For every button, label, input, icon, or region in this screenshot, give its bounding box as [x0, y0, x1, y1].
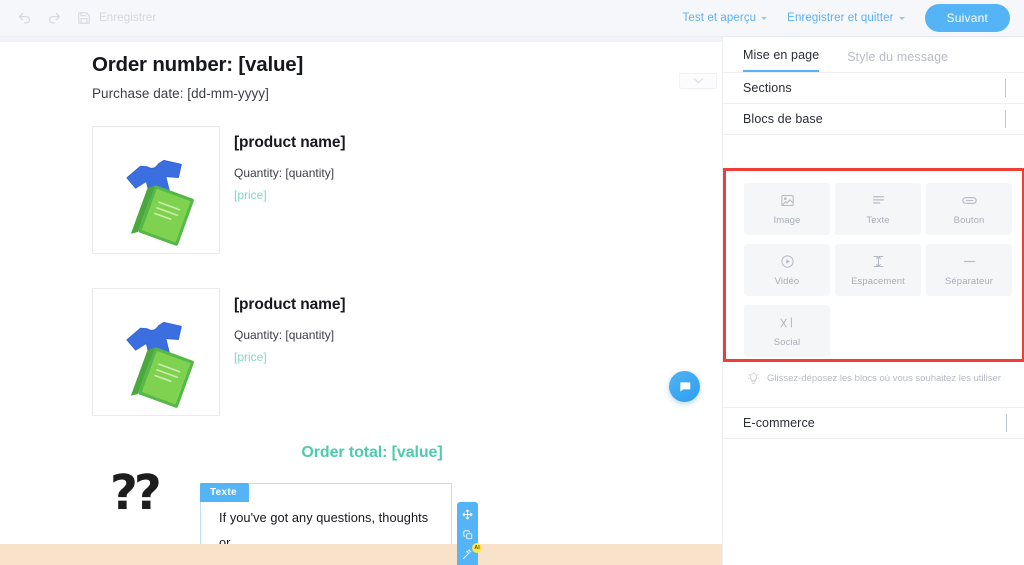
- text-lines-icon: [871, 193, 886, 209]
- product-image[interactable]: [92, 126, 220, 254]
- product-quantity: Quantity: [quantity]: [234, 328, 335, 342]
- app-root: Enregistrer Test et aperçu Enregistrer e…: [0, 0, 1024, 565]
- product-name: [product name]: [234, 296, 346, 313]
- blocks-highlight-outline: Image Texte Bouton Vidéo Espacement Sépa…: [723, 168, 1024, 362]
- block-label: Séparateur: [944, 275, 993, 287]
- question-marks-icon: ??: [110, 465, 162, 521]
- block-label: Social: [773, 336, 801, 348]
- accordion-ecommerce-label: E-commerce: [743, 416, 815, 430]
- button-pill-icon: [961, 193, 978, 209]
- save-and-quit-label: Enregistrer et quitter: [787, 12, 894, 24]
- order-total-text: Order total: [value]: [301, 444, 443, 461]
- product-price: [price]: [234, 350, 267, 364]
- ai-badge: AI: [472, 543, 482, 553]
- chevron-up-icon: [1005, 110, 1006, 128]
- toolbar-left-group: Enregistrer: [0, 10, 156, 26]
- panel-tab-bar: Mise en page Style du message: [723, 37, 1024, 73]
- tab-mise-en-page[interactable]: Mise en page: [743, 48, 820, 72]
- accordion-blocs-de-base[interactable]: Blocs de base: [723, 104, 1024, 135]
- lightbulb-icon: [747, 371, 760, 385]
- accordion-sections-label: Sections: [743, 81, 792, 95]
- accordion-sections[interactable]: Sections: [723, 73, 1024, 104]
- block-label: Texte: [866, 214, 890, 226]
- block-label: Vidéo: [774, 275, 800, 287]
- chevron-down-icon: [761, 16, 768, 20]
- toolbar-right-group: Test et aperçu Enregistrer et quitter Su…: [683, 4, 1024, 32]
- accordion-ecommerce[interactable]: E-commerce: [723, 408, 1024, 439]
- accordion-ecommerce-wrap: E-commerce: [723, 407, 1024, 439]
- redo-icon[interactable]: [46, 10, 62, 26]
- product-info: [product name] Quantity: [quantity] [pri…: [234, 288, 346, 416]
- test-preview-button[interactable]: Test et aperçu: [683, 12, 768, 24]
- block-card-bouton[interactable]: Bouton: [926, 183, 1012, 235]
- save-and-quit-button[interactable]: Enregistrer et quitter: [787, 12, 905, 24]
- block-label: Bouton: [953, 214, 985, 226]
- save-label: Enregistrer: [99, 12, 157, 24]
- block-card-espacement[interactable]: Espacement: [835, 244, 921, 296]
- email-content: Order number: [value] Purchase date: [dd…: [0, 37, 722, 565]
- block-label: Espacement: [851, 275, 905, 287]
- floppy-disk-icon: [76, 10, 92, 26]
- block-card-video[interactable]: Vidéo: [744, 244, 830, 296]
- drag-drop-hint-text: Glissez-déposez les blocs où vous souhai…: [767, 372, 1001, 384]
- block-card-texte[interactable]: Texte: [835, 183, 921, 235]
- ai-wand-icon[interactable]: AI: [460, 543, 482, 562]
- product-quantity: Quantity: [quantity]: [234, 166, 335, 180]
- play-circle-icon: [780, 254, 795, 270]
- test-preview-label: Test et aperçu: [682, 12, 757, 24]
- product-row[interactable]: [product name] Quantity: [quantity] [pri…: [92, 288, 722, 416]
- block-type-badge: Texte: [200, 483, 249, 502]
- save-button[interactable]: Enregistrer: [76, 10, 156, 26]
- image-icon: [780, 193, 795, 209]
- chevron-down-icon: [1006, 414, 1007, 432]
- drag-drop-hint: Glissez-déposez les blocs où vous souhai…: [723, 367, 1024, 389]
- chevron-down-icon: [898, 16, 905, 20]
- chat-bubble-button[interactable]: [669, 371, 700, 402]
- undo-icon[interactable]: [16, 10, 32, 26]
- social-share-icon: [779, 315, 796, 331]
- block-card-separateur[interactable]: Séparateur: [926, 244, 1012, 296]
- block-label: Image: [773, 214, 801, 226]
- vertical-spacing-icon: [871, 254, 886, 270]
- product-name: [product name]: [234, 134, 346, 151]
- chevron-down-icon: [693, 73, 703, 84]
- move-icon[interactable]: [460, 507, 475, 522]
- blocks-grid: Image Texte Bouton Vidéo Espacement Sépa…: [726, 171, 1024, 369]
- product-image[interactable]: [92, 288, 220, 416]
- chevron-down-icon: [1005, 79, 1006, 97]
- top-toolbar: Enregistrer Test et aperçu Enregistrer e…: [0, 0, 1024, 37]
- product-row[interactable]: [product name] Quantity: [quantity] [pri…: [92, 126, 722, 254]
- horizontal-line-icon: [961, 254, 978, 270]
- email-footer-band: [0, 544, 722, 565]
- block-card-image[interactable]: Image: [744, 183, 830, 235]
- block-card-social[interactable]: Social: [744, 305, 830, 357]
- right-sidebar: Mise en page Style du message Sections B…: [722, 37, 1024, 565]
- order-number-text: Order number: [value]: [92, 53, 304, 76]
- block-action-toolbar: AI: [457, 502, 482, 565]
- next-button[interactable]: Suivant: [924, 4, 1010, 32]
- accordion-blocs-label: Blocs de base: [743, 112, 823, 126]
- product-info: [product name] Quantity: [quantity] [pri…: [234, 126, 346, 254]
- purchase-date-text: Purchase date: [dd-mm-yyyy]: [92, 86, 269, 101]
- duplicate-icon[interactable]: [460, 527, 475, 542]
- tab-style-du-message[interactable]: Style du message: [847, 50, 948, 72]
- email-canvas: Order number: [value] Purchase date: [dd…: [0, 37, 722, 565]
- canvas-collapse-toggle[interactable]: [679, 73, 717, 89]
- product-price: [price]: [234, 188, 267, 202]
